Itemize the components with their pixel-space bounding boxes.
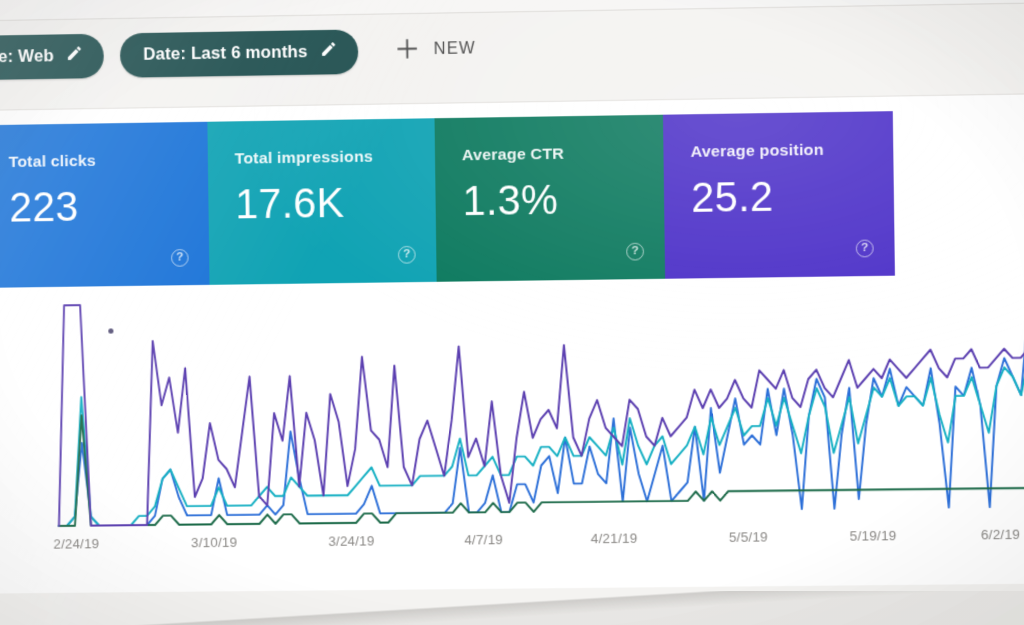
chart-x-tick-label: 5/5/19 [728,529,768,546]
chart-x-tick-label: 4/21/19 [590,530,638,547]
performance-chart-svg[interactable] [0,280,1024,533]
metric-card-total-clicks[interactable]: Total clicks 223 ? [0,121,210,288]
search-console-screen: type: Web Date: Last 6 months NEW Total … [0,0,1024,625]
filter-chip-search-type-label: type: Web [0,46,54,67]
pencil-icon[interactable] [66,44,84,67]
pencil-icon[interactable] [320,40,338,63]
chart-line-total-impressions [57,357,1024,526]
metric-card-value: 25.2 [690,174,774,222]
add-new-filter-button[interactable]: NEW [395,36,476,64]
plus-icon [395,37,419,64]
add-new-filter-label: NEW [433,39,476,59]
metric-card-value: 1.3% [462,177,559,225]
chart-x-tick-label: 4/7/19 [464,531,504,548]
metric-card-value: 223 [8,184,79,231]
performance-chart[interactable]: 2/24/19 3/10/19 3/24/19 4/7/19 4/21/19 5/5/19… [0,280,1024,572]
chart-x-tick-label: 2/24/19 [53,535,100,552]
metric-card-label: Average CTR [461,145,565,165]
metric-card-average-position[interactable]: Average position 25.2 ? [662,111,895,279]
metric-card-label: Average position [690,141,824,162]
chart-x-tick-label: 3/24/19 [328,533,375,550]
performance-panel: Total clicks 223 ? Total impressions 17.… [0,92,1024,594]
chart-x-tick-label: 6/2/19 [980,526,1021,543]
chart-x-tick-label: 5/19/19 [849,527,897,544]
help-icon[interactable]: ? [397,245,416,264]
filter-chip-search-type[interactable]: type: Web [0,33,105,81]
screen-photo: type: Web Date: Last 6 months NEW Total … [0,0,1024,625]
screen-dust-speck [108,328,114,334]
metric-card-total-impressions[interactable]: Total impressions 17.6K ? [207,118,437,285]
metric-cards: Total clicks 223 ? Total impressions 17.… [0,111,895,288]
metric-card-label: Total impressions [234,148,374,168]
filter-chip-date[interactable]: Date: Last 6 months [120,28,359,78]
metric-card-label: Total clicks [8,152,97,172]
metric-card-average-ctr[interactable]: Average CTR 1.3% ? [434,114,666,282]
help-icon[interactable]: ? [855,239,874,258]
filter-chip-date-label: Date: Last 6 months [143,42,308,64]
chart-line-average-position [56,292,1024,526]
chart-x-tick-label: 3/10/19 [191,534,238,551]
help-icon[interactable]: ? [626,242,645,261]
filter-toolbar: type: Web Date: Last 6 months NEW [0,7,1024,89]
metric-card-value: 17.6K [234,180,345,228]
help-icon[interactable]: ? [170,249,189,267]
